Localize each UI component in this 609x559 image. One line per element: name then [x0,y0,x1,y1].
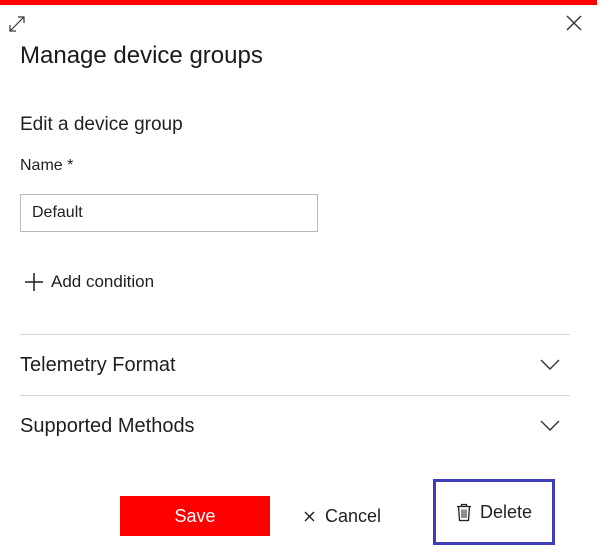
x-icon [304,511,315,521]
add-condition-button[interactable]: Add condition [24,272,154,292]
section-telemetry-format[interactable]: Telemetry Format [20,335,570,395]
delete-label: Delete [479,501,533,522]
manage-device-groups-panel: Manage device groups Edit a device group… [0,0,609,559]
name-label: Name * [20,157,74,174]
section-supported-methods[interactable]: Supported Methods [20,396,570,456]
name-input[interactable] [20,194,318,232]
save-button[interactable]: Save [120,496,270,536]
section-label: Telemetry Format [20,353,176,376]
expand-icon[interactable] [7,14,27,34]
section-label: Supported Methods [20,414,195,437]
cancel-label: Cancel [325,505,382,526]
trash-icon [456,503,471,521]
page-title: Manage device groups [20,42,263,69]
accent-bar [0,0,597,5]
close-icon[interactable] [565,14,583,32]
form-subtitle: Edit a device group [20,114,183,135]
delete-button[interactable]: Delete [433,479,555,545]
cancel-button[interactable]: Cancel [300,496,385,536]
add-condition-label: Add condition [51,272,155,291]
plus-icon [25,273,43,291]
chevron-down-icon [540,359,560,370]
chevron-down-icon [540,420,560,431]
